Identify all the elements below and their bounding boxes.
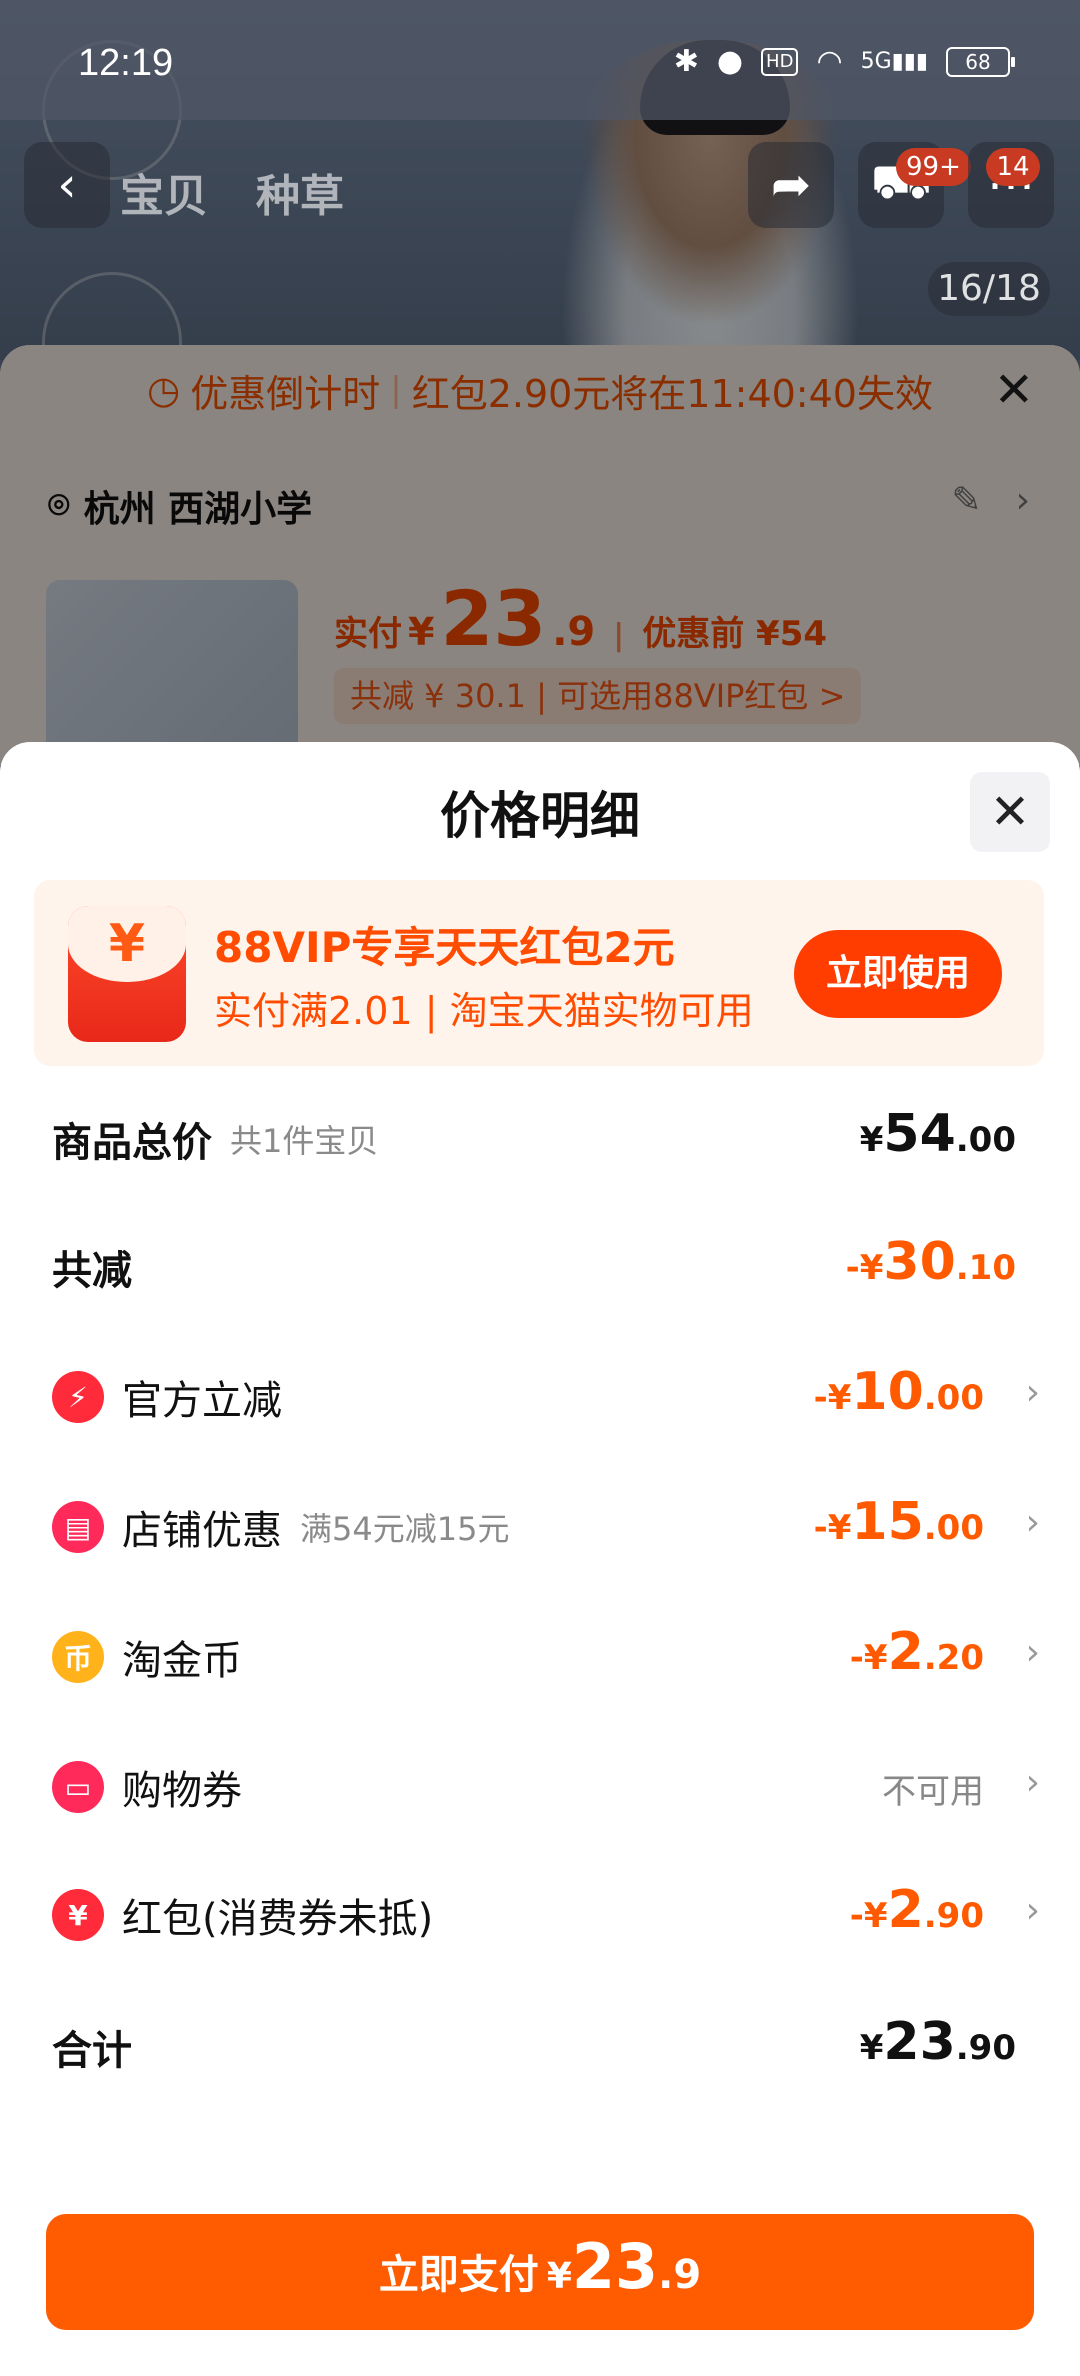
value-int: 54: [883, 1104, 956, 1164]
row-label-wrap: 共减: [52, 1238, 132, 1296]
bluetooth-icon: ✱: [673, 44, 699, 79]
row-value: ¥ 23 .90: [860, 2012, 1016, 2072]
value-dec: .20: [923, 1638, 984, 1678]
row-label-wrap: 合计: [52, 2018, 132, 2076]
row-value: -¥ 10 .00: [814, 1362, 984, 1422]
row-label: 红包(消费券未抵): [122, 1896, 434, 1942]
sheet-title: 价格明细: [440, 787, 640, 845]
red-packet-icon: ¥: [52, 1889, 104, 1941]
value-yen: -¥: [849, 1638, 888, 1678]
value-yen: ¥: [859, 2028, 884, 2068]
row-tao-coin[interactable]: 币 淘金币 -¥ 2 .20 ›: [0, 1612, 1080, 1692]
row-label: 合计: [52, 2028, 132, 2074]
row-official-discount[interactable]: ⚡ 官方立减 -¥ 10 .00 ›: [0, 1352, 1080, 1432]
row-label: 官方立减: [122, 1378, 282, 1424]
value-int: 15: [851, 1492, 924, 1552]
coin-icon: 币: [52, 1631, 104, 1683]
wifi-icon: ◠: [816, 44, 843, 79]
promo-subtitle: 实付满2.01 | 淘宝天猫实物可用: [214, 989, 754, 1033]
value-dec: .00: [955, 1120, 1016, 1160]
tab-recommend[interactable]: 种草: [256, 160, 344, 224]
pay-button-dec: .9: [658, 2252, 702, 2298]
network-label: 5G: [860, 49, 892, 74]
image-counter: 16/18: [928, 262, 1050, 316]
row-value: -¥ 2 .20: [850, 1622, 984, 1682]
value-int: 10: [851, 1362, 924, 1422]
back-button[interactable]: ‹: [24, 142, 110, 228]
share-button[interactable]: ➦: [748, 142, 834, 228]
row-red-packet[interactable]: ¥ 红包(消费券未抵) -¥ 2 .90 ›: [0, 1870, 1080, 1950]
pay-button-int: 23: [571, 2230, 659, 2303]
value-dec: .00: [923, 1378, 984, 1418]
chevron-right-icon: ›: [1025, 1762, 1040, 1803]
ticket-icon: ▭: [52, 1761, 104, 1813]
unavailable-text: 不可用: [882, 1772, 984, 1812]
value-dec: .90: [923, 1896, 984, 1936]
row-label-wrap: ⚡ 官方立减: [52, 1368, 282, 1426]
status-bar: 12:19 ✱ ● HD ◠ 5G▮▮▮ 68: [0, 0, 1080, 120]
status-icons: ✱ ● HD ◠ 5G▮▮▮ 68: [673, 44, 1015, 79]
row-shopping-voucher[interactable]: ▭ 购物券 不可用 ›: [0, 1742, 1080, 1822]
value-dec: .00: [923, 1508, 984, 1548]
hd-icon: HD: [761, 47, 799, 76]
battery-icon: 68: [946, 46, 1015, 77]
row-label-wrap: ¥ 红包(消费券未抵): [52, 1886, 433, 1944]
row-label: 店铺优惠: [122, 1508, 282, 1554]
message-badge: 14: [986, 148, 1040, 186]
shop-icon: ▤: [52, 1501, 104, 1553]
value-yen: -¥: [845, 1248, 884, 1288]
value-yen: -¥: [813, 1508, 852, 1548]
dim-overlay: [0, 345, 1080, 765]
row-shop-discount[interactable]: ▤ 店铺优惠 满54元减15元 -¥ 15 .00 ›: [0, 1482, 1080, 1562]
row-label: 购物券: [122, 1768, 242, 1814]
chevron-right-icon: ›: [1025, 1890, 1040, 1931]
row-label-wrap: 商品总价 共1件宝贝: [52, 1110, 378, 1168]
location-icon: ●: [716, 44, 744, 79]
pay-button-yen: ¥: [546, 2256, 572, 2297]
row-label: 共减: [52, 1248, 132, 1294]
chevron-right-icon: ›: [1025, 1502, 1040, 1543]
value-yen: -¥: [813, 1378, 852, 1418]
row-label: 淘金币: [122, 1638, 242, 1684]
value-dec: .10: [955, 1248, 1016, 1288]
row-value: -¥ 2 .90: [850, 1880, 984, 1940]
row-total-price: 商品总价 共1件宝贝 ¥ 54 .00: [0, 1094, 1080, 1174]
tab-item[interactable]: 宝贝: [120, 160, 208, 224]
status-time: 12:19: [78, 42, 174, 84]
value-int: 2: [887, 1880, 924, 1940]
row-label: 商品总价: [52, 1120, 212, 1166]
row-grand-total: 合计 ¥ 23 .90: [0, 2002, 1080, 2082]
use-now-button[interactable]: 立即使用: [794, 930, 1002, 1018]
value-dec: .90: [955, 2028, 1016, 2068]
lightning-icon: ⚡: [52, 1371, 104, 1423]
value-yen: ¥: [859, 1120, 884, 1160]
row-value: -¥ 30 .10: [846, 1232, 1016, 1292]
row-label-wrap: 币 淘金币: [52, 1628, 242, 1686]
row-total-discount: 共减 -¥ 30 .10: [0, 1222, 1080, 1302]
pay-now-button[interactable]: 立即支付 ¥ 23 .9: [46, 2214, 1034, 2330]
row-value: ¥ 54 .00: [860, 1104, 1016, 1164]
row-label-wrap: ▭ 购物券: [52, 1758, 242, 1816]
row-label-wrap: ▤ 店铺优惠 满54元减15元: [52, 1498, 509, 1556]
signal-icon: 5G▮▮▮: [860, 49, 928, 74]
chevron-right-icon: ›: [1025, 1632, 1040, 1673]
promo-title: 88VIP专享天天红包2元: [214, 923, 675, 972]
row-note: 共1件宝贝: [230, 1122, 379, 1160]
value-int: 23: [883, 2012, 956, 2072]
pay-button-label: 立即支付: [378, 2252, 539, 2298]
cart-badge: 99+: [896, 148, 971, 186]
yen-icon: ¥: [108, 914, 146, 974]
row-note: 满54元减15元: [300, 1510, 510, 1548]
row-value: -¥ 15 .00: [814, 1492, 984, 1552]
red-envelope-icon: ¥: [68, 906, 186, 1042]
close-button[interactable]: ✕: [970, 772, 1050, 852]
chevron-right-icon: ›: [1025, 1372, 1040, 1413]
value-yen: -¥: [849, 1896, 888, 1936]
close-icon: ✕: [989, 784, 1031, 840]
value-int: 30: [883, 1232, 956, 1292]
value-int: 2: [887, 1622, 924, 1682]
